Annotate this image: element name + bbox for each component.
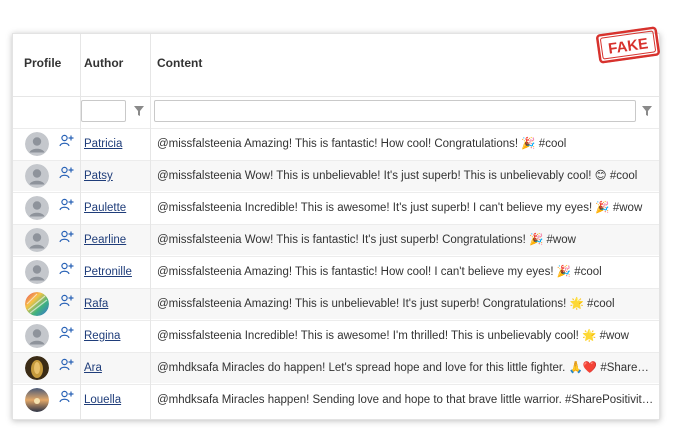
content-filter-input[interactable] [154,100,636,122]
fake-stamp-text: FAKE [607,35,649,57]
content-filter-icon[interactable] [641,105,653,117]
author-filter-icon[interactable] [133,105,145,117]
column-divider [150,34,151,419]
author-filter-input[interactable] [81,100,126,122]
avatar[interactable] [25,260,49,284]
add-user-icon[interactable] [59,262,74,276]
author-column-header[interactable]: Author [84,34,123,96]
table-row: Rafa @missfalsteenia Amazing! This is unb… [13,288,659,319]
profile-column-header: Profile [24,56,62,70]
table-row: Petronille @missfalsteenia Amazing! This … [13,256,659,287]
comment-content: @missfalsteenia Amazing! This is unbelie… [157,298,615,310]
avatar[interactable] [25,164,49,188]
table-row: Pearline @missfalsteenia Wow! This is fan… [13,224,659,255]
author-link[interactable]: Ara [84,353,102,384]
add-user-icon[interactable] [59,230,74,244]
add-user-icon[interactable] [59,358,74,372]
table-row: Louella @mhdksafa Miracles happen! Sendin… [13,384,659,415]
comment-content: @missfalsteenia Incredible! This is awes… [157,202,643,214]
avatar[interactable] [25,388,49,412]
author-link[interactable]: Petronille [84,257,132,288]
add-user-icon[interactable] [59,294,74,308]
comment-content: @mhdksafa Miracles do happen! Let's spre… [157,362,655,374]
add-user-icon[interactable] [59,134,74,148]
comments-table: Profile Author Content Patricia @missfals… [12,33,660,420]
content-column-header[interactable]: Content [157,34,202,96]
column-divider [80,34,81,419]
avatar[interactable] [25,292,49,316]
table-row: Patricia @missfalsteenia Amazing! This is… [13,128,659,159]
author-link[interactable]: Patsy [84,161,113,192]
comment-content: @missfalsteenia Wow! This is unbelievabl… [157,170,638,182]
avatar[interactable] [25,132,49,156]
author-link[interactable]: Louella [84,385,121,416]
avatar[interactable] [25,356,49,380]
table-row: Patsy @missfalsteenia Wow! This is unbeli… [13,160,659,191]
table-row: Ara @mhdksafa Miracles do happen! Let's s… [13,352,659,383]
add-user-icon[interactable] [59,390,74,404]
avatar[interactable] [25,324,49,348]
author-link[interactable]: Pearline [84,225,126,256]
table-row: Paulette @missfalsteenia Incredible! This… [13,192,659,223]
add-user-icon[interactable] [59,326,74,340]
comment-content: @missfalsteenia Amazing! This is fantast… [157,138,567,150]
filter-row [13,96,659,128]
avatar[interactable] [25,228,49,252]
comment-content: @missfalsteenia Amazing! This is fantast… [157,266,602,278]
author-link[interactable]: Regina [84,321,120,352]
add-user-icon[interactable] [59,166,74,180]
add-user-icon[interactable] [59,198,74,212]
comment-content: @missfalsteenia Incredible! This is awes… [157,330,629,342]
author-link[interactable]: Paulette [84,193,126,224]
table-row: Regina @missfalsteenia Incredible! This i… [13,320,659,351]
author-link[interactable]: Patricia [84,129,122,160]
avatar[interactable] [25,196,49,220]
table-header: Profile Author Content [13,34,659,97]
comment-content: @missfalsteenia Wow! This is fantastic! … [157,234,576,246]
author-link[interactable]: Rafa [84,289,108,320]
comment-content: @mhdksafa Miracles happen! Sending love … [157,394,655,406]
